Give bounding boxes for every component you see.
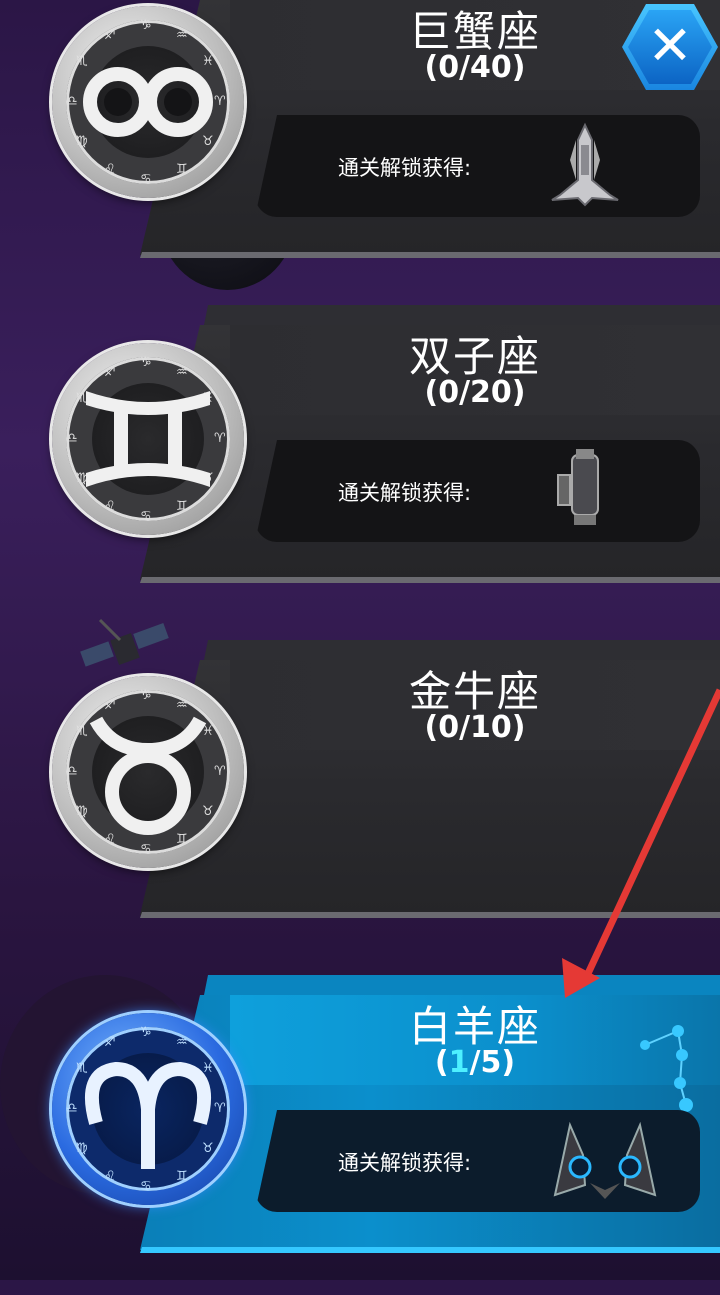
turret-pod-icon bbox=[557, 449, 599, 525]
gemini-medal: ♑ ♒ ♓ ♈ ♉ ♊ ♋ ♌ ♍ ♎ ♏ ♐ bbox=[52, 343, 244, 535]
cancer-sign-icon bbox=[83, 67, 213, 137]
constellation-card-aries[interactable]: 白羊座 (1/5) 通关解锁获得: ♑ ♒ ♓ ♈ ♉ ♊ ♋ ♌ ♍ ♎ ♏ … bbox=[0, 975, 720, 1295]
taurus-medal: ♑ ♒ ♓ ♈ ♉ ♊ ♋ ♌ ♍ ♎ ♏ ♐ bbox=[52, 676, 244, 868]
reward-label: 通关解锁获得: bbox=[338, 156, 472, 180]
card-bottom-edge bbox=[140, 252, 720, 258]
reward-box bbox=[255, 440, 700, 542]
progress-current: 1 bbox=[448, 1045, 470, 1080]
constellation-progress: (0/20) bbox=[424, 375, 526, 410]
taurus-sign-icon bbox=[89, 716, 207, 835]
card-bottom-edge bbox=[140, 577, 720, 583]
twin-wing-drone-icon bbox=[553, 1121, 657, 1199]
aries-sign-icon bbox=[85, 1061, 211, 1169]
cancer-medal: ♑ ♒ ♓ ♈ ♉ ♊ ♋ ♌ ♍ ♎ ♏ ♐ bbox=[52, 6, 244, 198]
constellation-progress: (1/5) bbox=[434, 1045, 516, 1080]
close-icon: ✕ bbox=[647, 14, 693, 77]
reward-label: 通关解锁获得: bbox=[338, 481, 472, 505]
constellation-card-gemini[interactable]: 双子座 (0/20) 通关解锁获得: ♑ ♒ ♓ ♈ ♉ ♊ ♋ ♌ ♍ ♎ ♏… bbox=[0, 305, 720, 625]
constellation-card-cancer[interactable]: 巨蟹座 (0/40) 通关解锁获得: ♑ ♒ ♓ ♈ ♉ ♊ ♋ ♌ ♍ ♎ ♏… bbox=[0, 0, 720, 300]
gemini-sign-icon bbox=[86, 391, 210, 487]
card-bottom-edge bbox=[140, 912, 720, 918]
reward-label: 通关解锁获得: bbox=[338, 1151, 472, 1175]
reward-box bbox=[255, 115, 700, 217]
constellation-progress: (0/10) bbox=[424, 710, 526, 745]
silver-fighter-icon bbox=[551, 122, 619, 207]
card-bottom-edge bbox=[140, 1247, 720, 1253]
aries-medal: ♑ ♒ ♓ ♈ ♉ ♊ ♋ ♌ ♍ ♎ ♏ ♐ bbox=[52, 1013, 244, 1205]
constellation-card-taurus[interactable]: 金牛座 (0/10) ♑ ♒ ♓ ♈ ♉ ♊ ♋ ♌ ♍ ♎ ♏ ♐ bbox=[0, 640, 720, 960]
